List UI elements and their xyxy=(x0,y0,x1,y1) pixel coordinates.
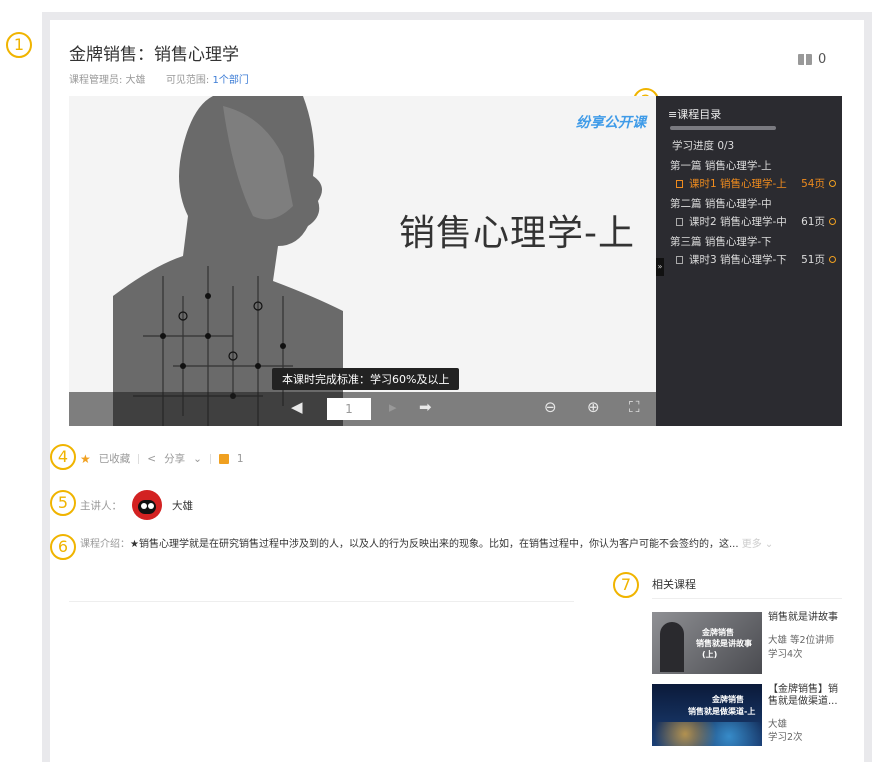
related-course-title[interactable]: 【金牌销售】销售就是做渠道... xyxy=(768,684,844,708)
thumbs-up-icon[interactable] xyxy=(218,453,229,464)
course-thumbnail: 金牌销售 销售就是做渠道-上 xyxy=(652,684,762,746)
lesson-pages: 51页 xyxy=(801,254,825,266)
book-icon xyxy=(798,54,812,65)
document-icon xyxy=(676,179,683,188)
status-circle-icon xyxy=(829,218,836,225)
action-bar: ★ 已收藏 < 分享 ⌄ 1 xyxy=(80,451,244,466)
lesson-pages: 54页 xyxy=(801,178,825,190)
like-count: 1 xyxy=(236,452,244,465)
thumbnail-title: 金牌销售 xyxy=(702,628,734,637)
speaker-row: 主讲人： 大雄 xyxy=(80,490,193,520)
intro-text: ★销售心理学就是在研究销售过程中涉及到的人，以及人的行为反映出来的现象。比如，在… xyxy=(130,539,739,550)
chevron-down-icon[interactable]: ⌄ xyxy=(765,539,773,550)
zoom-in-icon[interactable]: ⊕ xyxy=(587,398,600,416)
page-number-input[interactable]: 1 xyxy=(327,398,371,420)
star-icon[interactable]: ★ xyxy=(80,452,91,466)
scope-link[interactable]: 1个部门 xyxy=(213,75,249,86)
document-icon xyxy=(676,217,683,226)
status-circle-icon xyxy=(829,256,836,263)
document-icon xyxy=(676,255,683,264)
status-circle-icon xyxy=(829,180,836,187)
thumbnail-tag: (上) xyxy=(702,650,718,659)
related-course-card[interactable]: 金牌销售 销售就是讲故事 (上) 销售就是讲故事 大雄 等2位讲师 学习4次 xyxy=(652,612,842,678)
favorite-button[interactable]: 已收藏 xyxy=(99,451,131,466)
next-disabled-icon: ▸ xyxy=(389,398,397,416)
chapter-3: 第三篇 销售心理学-下 xyxy=(670,236,772,248)
speaker-name[interactable]: 大雄 xyxy=(172,498,193,513)
player-controls: ◀ 1 ▸ ➡ ⊖ ⊕ ⛶ xyxy=(69,392,656,426)
lesson-pages: 61页 xyxy=(801,216,825,228)
lesson-name: 课时1 销售心理学-上 xyxy=(689,178,787,190)
share-button[interactable]: 分享 xyxy=(164,451,185,466)
avatar-eye xyxy=(148,503,154,509)
brand-logo: 纷享公开课 xyxy=(576,115,646,131)
chapter-2: 第二篇 销售心理学-中 xyxy=(670,198,772,210)
divider xyxy=(209,453,211,464)
thumbnail-title: 金牌销售 xyxy=(712,695,744,704)
intro-label: 课程介绍： xyxy=(80,539,130,550)
chapter-1: 第一篇 销售心理学-上 xyxy=(670,160,772,172)
avatar[interactable] xyxy=(132,490,162,520)
course-toc: » ≡课程目录 学习进度 0/3 第一篇 销售心理学-上 课时1 销售心理学-上… xyxy=(656,96,842,426)
marker-4: 4 xyxy=(50,444,76,470)
presenter-figure xyxy=(660,622,684,672)
related-heading: 相关课程 xyxy=(652,578,696,591)
scope-label: 可见范围: xyxy=(165,75,210,86)
progress-label: 学习进度 0/3 xyxy=(672,140,735,152)
course-manager: 课程管理员: 大雄 xyxy=(69,75,146,86)
progress-bar xyxy=(670,126,776,130)
lesson-name: 课时3 销售心理学-下 xyxy=(689,254,787,266)
avatar-eye xyxy=(141,503,147,509)
thumbnail-subtitle: 销售就是做渠道-上 xyxy=(688,707,756,716)
marker-1: 1 xyxy=(6,32,32,58)
marker-7: 7 xyxy=(613,572,639,598)
related-course-title[interactable]: 销售就是讲故事 xyxy=(768,612,844,624)
toc-heading: ≡课程目录 xyxy=(668,108,722,121)
prev-page-icon[interactable]: ◀ xyxy=(291,398,303,416)
zoom-out-icon[interactable]: ⊖ xyxy=(544,398,557,416)
lesson-name: 课时2 销售心理学-中 xyxy=(689,216,787,228)
completion-tooltip: 本课时完成标准：学习60%及以上 xyxy=(272,368,460,390)
speaker-label: 主讲人： xyxy=(80,499,122,512)
lesson-item[interactable]: 课时2 销售心理学-中 61页 xyxy=(676,214,836,229)
share-icon[interactable]: < xyxy=(147,453,156,465)
lesson-item[interactable]: 课时3 销售心理学-下 51页 xyxy=(676,252,836,267)
bookmark-counter[interactable]: 0 xyxy=(798,52,826,67)
next-page-icon[interactable]: ➡ xyxy=(419,398,432,416)
divider xyxy=(138,453,140,464)
related-divider xyxy=(652,598,842,599)
marker-6: 6 xyxy=(50,534,76,560)
course-intro: 课程介绍：★销售心理学就是在研究销售过程中涉及到的人，以及人的行为反映出来的现象… xyxy=(80,535,800,550)
related-course-views: 学习2次 xyxy=(768,732,803,743)
marker-5: 5 xyxy=(50,490,76,516)
related-course-card[interactable]: 金牌销售 销售就是做渠道-上 【金牌销售】销售就是做渠道... 大雄 学习2次 xyxy=(652,684,842,748)
bookmark-count: 0 xyxy=(818,52,827,67)
thumbnail-subtitle: 销售就是讲故事 xyxy=(696,639,752,648)
related-course-instructor: 大雄 等2位讲师 xyxy=(768,635,835,646)
related-course-views: 学习4次 xyxy=(768,649,803,660)
chevron-down-icon[interactable]: ⌄ xyxy=(193,453,202,465)
related-course-instructor: 大雄 xyxy=(768,719,788,730)
lesson-item[interactable]: 课时1 销售心理学-上 54页 xyxy=(676,176,836,191)
more-link[interactable]: 更多 xyxy=(742,539,762,550)
toc-collapse-handle[interactable]: » xyxy=(656,258,664,276)
content-divider xyxy=(69,601,574,602)
course-thumbnail: 金牌销售 销售就是讲故事 (上) xyxy=(652,612,762,674)
fullscreen-icon[interactable]: ⛶ xyxy=(629,398,640,416)
slide-title: 销售心理学-上 xyxy=(399,213,635,254)
city-lights xyxy=(652,722,762,746)
course-meta: 课程管理员: 大雄 可见范围: 1个部门 xyxy=(69,71,249,86)
course-title: 金牌销售：销售心理学 xyxy=(69,45,239,65)
